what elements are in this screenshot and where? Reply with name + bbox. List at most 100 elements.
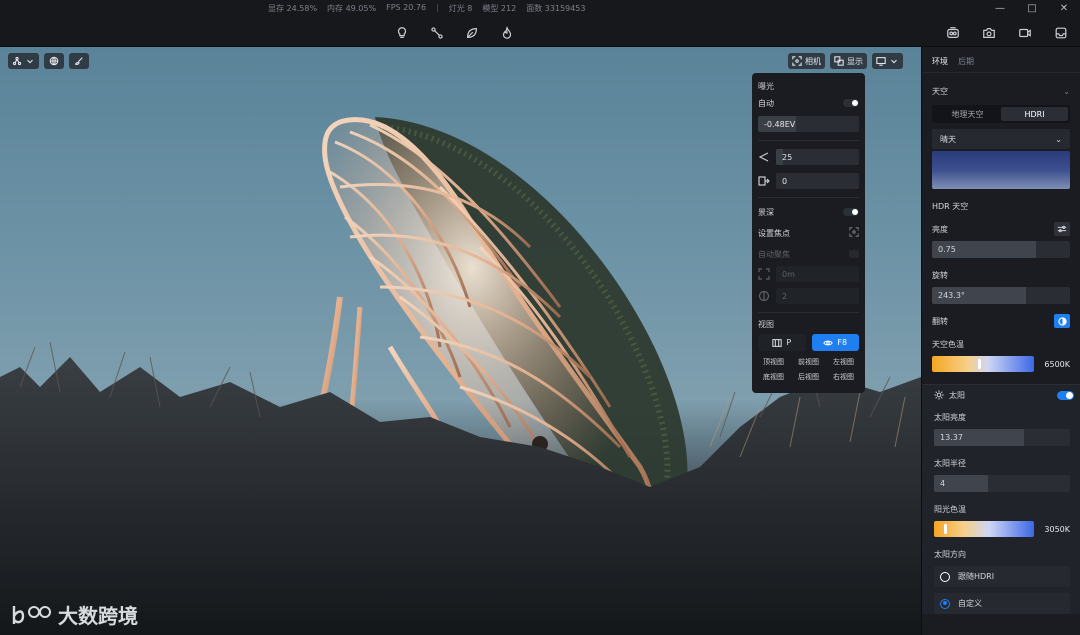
stat-separator: | [436, 3, 439, 12]
camera-button-label: 相机 [805, 56, 821, 66]
f8-view-button[interactable]: F8 [811, 334, 859, 351]
sun-radius-value: 4 [940, 479, 946, 488]
view-right-button[interactable]: 右视图 [828, 372, 859, 382]
transform-mode-button[interactable] [8, 53, 39, 69]
panel-tabs: 环境 后期 [922, 47, 1080, 73]
faces-stat: 面数 33159453 [526, 4, 586, 13]
sky-temp-slider[interactable] [932, 356, 1034, 372]
path-icon[interactable] [428, 24, 445, 41]
eye-icon [823, 340, 834, 345]
fov-input[interactable]: 25 [776, 149, 859, 165]
radio-icon [940, 571, 950, 582]
perspective-label: P [786, 338, 792, 347]
sunlight-temp-marker[interactable] [944, 524, 947, 534]
chevron-down-icon [27, 59, 33, 64]
auto-focus-label: 自动聚焦 [758, 249, 790, 259]
dof-label: 景深 [758, 207, 774, 217]
inbox-icon[interactable] [1052, 24, 1069, 41]
aperture-input[interactable]: 2 [776, 288, 859, 304]
title-bar: 显存 24.58% 内存 49.05% FPS 20.76 | 灯光 8 模型 … [0, 0, 1080, 17]
focus-target-icon[interactable] [849, 227, 859, 239]
sky-temp-label: 天空色温 [932, 339, 964, 349]
adjust-button[interactable] [1054, 222, 1070, 236]
hdri-preview[interactable] [932, 151, 1070, 189]
sky-preset-select[interactable]: 晴天 ⌄ [932, 129, 1070, 149]
fov-value: 25 [782, 152, 793, 162]
sunlight-temp-slider[interactable] [934, 521, 1034, 537]
custom-direction-option[interactable]: 自定义 [934, 593, 1070, 614]
fire-icon[interactable] [498, 24, 515, 41]
close-button[interactable]: ✕ [1048, 0, 1080, 17]
ev-slider[interactable]: -0.48EV [758, 116, 859, 132]
view-front-button[interactable]: 前视图 [793, 357, 824, 367]
watermark-text: 大数跨境 [58, 604, 138, 628]
tab-environment[interactable]: 环境 [932, 56, 948, 72]
camera-settings-popup: 曝光 自动 -0.48EV 25 0 景深 设置焦点 自动聚焦 0m 2 视图 … [752, 73, 865, 393]
rotation-slider[interactable]: 243.3° [932, 287, 1070, 304]
focus-distance-input[interactable]: 0m [776, 266, 859, 282]
sliders-icon [1057, 225, 1067, 233]
view-bottom-button[interactable]: 底视图 [758, 372, 789, 382]
camera-button[interactable]: 相机 [788, 53, 825, 69]
watermark-logo-icon [12, 605, 51, 624]
hdri-option[interactable]: HDRI [1001, 107, 1068, 121]
brush-icon [75, 57, 83, 65]
divider [758, 140, 859, 141]
sky-temp-value: 6500K [1044, 359, 1070, 369]
follow-hdri-option[interactable]: 跟随HDRI [934, 566, 1070, 587]
view-back-button[interactable]: 后视图 [793, 372, 824, 382]
toolbar-right-group [944, 24, 1069, 41]
brightness-slider[interactable]: 0.75 [932, 241, 1070, 258]
render-icon[interactable] [944, 24, 961, 41]
maximize-button[interactable]: □ [1016, 0, 1048, 17]
video-icon[interactable] [1016, 24, 1033, 41]
view-left-button[interactable]: 左视图 [828, 357, 859, 367]
flip-button[interactable] [1054, 314, 1070, 328]
display-button-label: 显示 [847, 56, 863, 66]
divider [758, 312, 859, 313]
globe-icon [49, 56, 59, 66]
chevron-down-icon: ⌄ [1055, 134, 1062, 144]
display-button[interactable]: 显示 [830, 53, 867, 69]
custom-label: 自定义 [958, 599, 982, 608]
flip-label: 翻转 [932, 316, 948, 326]
globe-button[interactable] [44, 53, 64, 69]
dof-toggle[interactable] [843, 208, 859, 216]
sky-section-header[interactable]: 天空 ⌄ [932, 85, 1070, 97]
main-toolbar [0, 17, 1080, 47]
auto-focus-checkbox[interactable] [849, 250, 859, 258]
sun-radius-slider[interactable]: 4 [934, 475, 1070, 492]
geo-sky-option[interactable]: 地理天空 [934, 107, 1001, 121]
camera-icon[interactable] [980, 24, 997, 41]
screen-options-button[interactable] [872, 53, 903, 69]
sun-radius-label: 太阳半径 [934, 458, 966, 468]
tab-post[interactable]: 后期 [958, 56, 974, 72]
chevron-down-icon [891, 59, 897, 64]
brightness-value: 0.75 [938, 245, 956, 254]
sun-toggle[interactable] [1057, 390, 1074, 400]
view-top-button[interactable]: 顶视图 [758, 357, 789, 367]
minimize-button[interactable]: — [984, 0, 1016, 17]
sky-title: 天空 [932, 86, 948, 96]
leaf-icon[interactable] [463, 24, 480, 41]
fov-icon [758, 151, 770, 163]
sun-brightness-slider[interactable]: 13.37 [934, 429, 1070, 446]
sky-mode-segment: 地理天空 HDRI [932, 105, 1070, 123]
memory-stat: 内存 49.05% [327, 4, 377, 13]
sky-temp-marker[interactable] [978, 359, 981, 369]
shift-input[interactable]: 0 [776, 173, 859, 189]
auto-exposure-toggle[interactable] [843, 99, 859, 107]
rotation-value: 243.3° [938, 291, 965, 300]
sunlight-temp-value: 3050K [1044, 524, 1070, 534]
perspective-button[interactable]: P [758, 334, 806, 351]
lightbulb-icon[interactable] [393, 24, 410, 41]
brush-button[interactable] [69, 53, 89, 69]
tool-group [393, 24, 515, 41]
monitor-icon [876, 57, 886, 66]
focus-distance-icon [758, 268, 770, 280]
shift-value: 0 [782, 176, 788, 186]
viewport-left-tools [8, 53, 89, 69]
auto-exposure-label: 自动 [758, 98, 774, 108]
f8-label: F8 [837, 338, 848, 347]
sun-brightness-value: 13.37 [940, 433, 963, 442]
